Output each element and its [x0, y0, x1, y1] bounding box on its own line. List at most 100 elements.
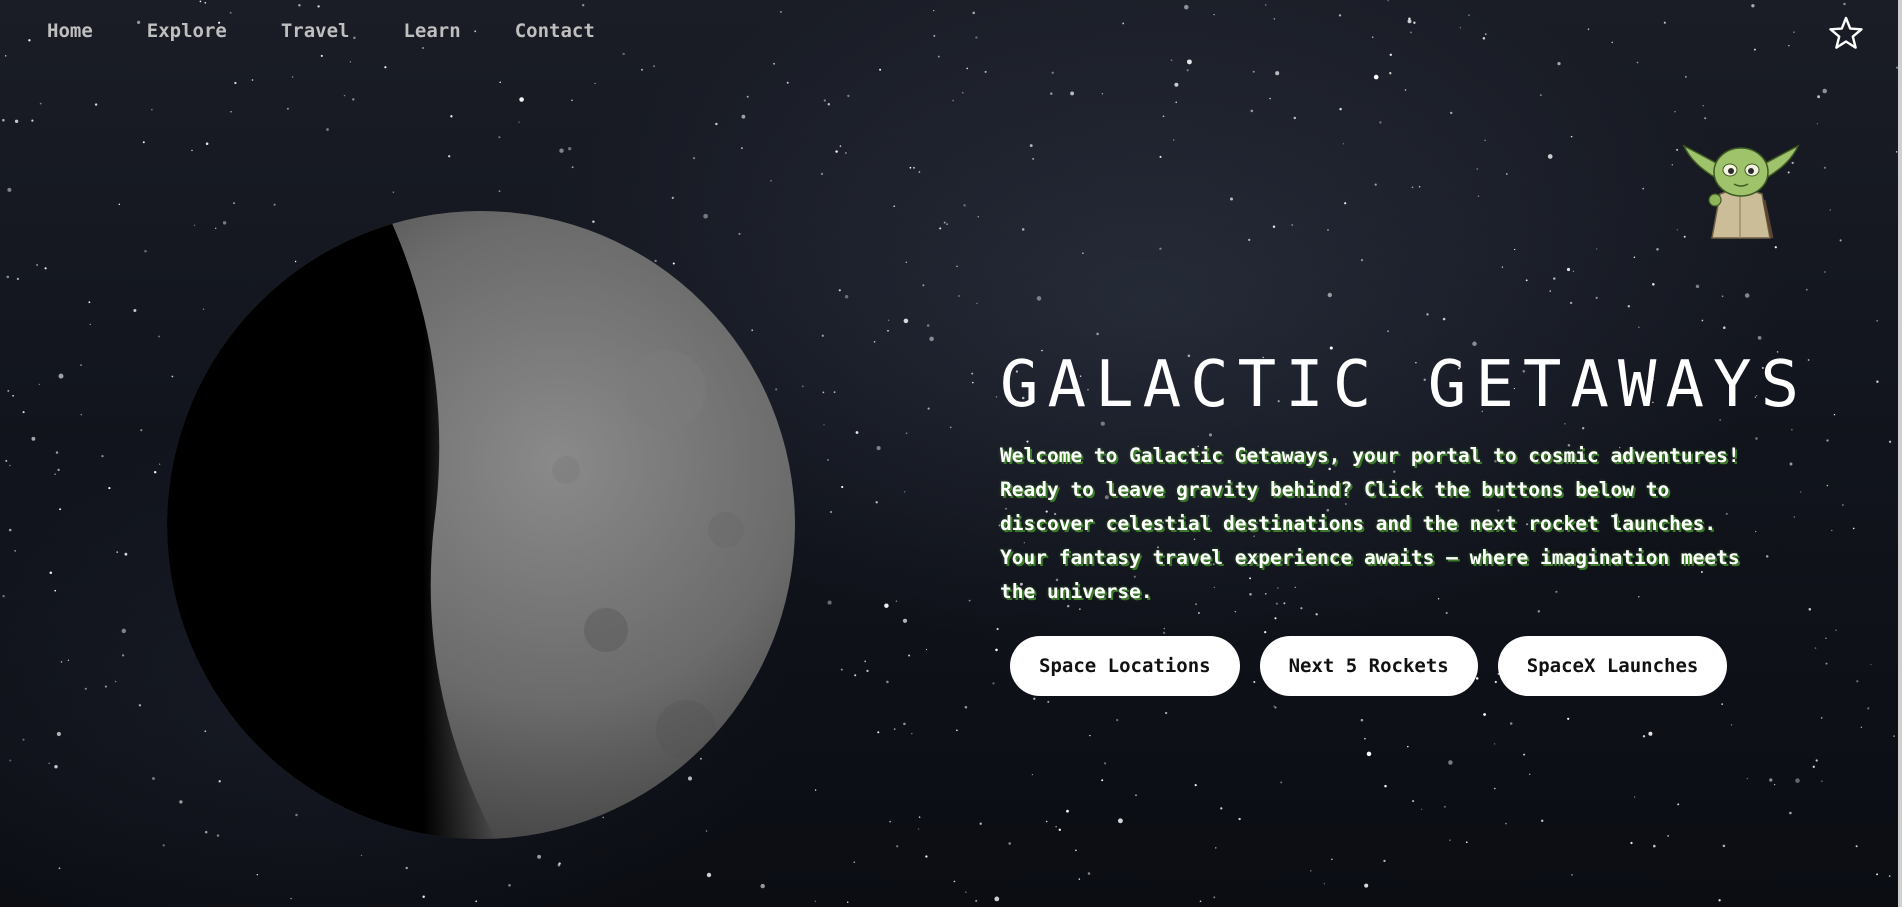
star-dot — [853, 861, 856, 864]
star-dot — [922, 284, 925, 287]
star-dot — [1773, 783, 1776, 786]
star-dot — [1186, 59, 1192, 65]
star-dot — [1445, 611, 1448, 615]
star-dot — [927, 407, 930, 410]
star-dot — [1633, 256, 1636, 258]
star-dot — [1537, 610, 1541, 613]
star-dot — [1730, 724, 1733, 726]
star-dot — [1769, 778, 1773, 782]
star-dot — [1676, 148, 1679, 151]
star-dot — [977, 216, 979, 218]
star-dot — [48, 762, 50, 764]
star-dot — [153, 470, 157, 474]
star-dot — [594, 82, 596, 85]
nav-contact-link[interactable]: Contact — [515, 20, 595, 42]
star-dot — [1413, 21, 1416, 25]
star-dot — [233, 202, 235, 204]
star-dot — [773, 62, 775, 65]
star-dot — [939, 227, 942, 230]
star-dot — [1215, 847, 1217, 849]
star-dot — [1162, 631, 1166, 635]
star-dot — [1327, 292, 1332, 298]
star-dot — [855, 431, 859, 434]
star-dot — [1199, 900, 1202, 903]
star-dot — [1175, 101, 1178, 104]
star-dot — [829, 510, 833, 514]
star-dot — [1379, 121, 1382, 124]
star-dot — [1765, 555, 1769, 558]
star-dot — [273, 203, 276, 206]
star-dot — [1360, 718, 1364, 722]
star-dot — [1702, 105, 1704, 107]
star-dot — [1315, 613, 1318, 616]
star-dot — [1652, 283, 1655, 286]
star-dot — [1021, 228, 1025, 231]
star-dot — [4, 55, 7, 57]
star-dot — [89, 323, 91, 325]
star-dot — [31, 119, 34, 122]
star-dot — [779, 10, 782, 13]
star-dot — [925, 855, 928, 858]
star-dot — [1638, 326, 1640, 328]
star-dot — [1876, 319, 1879, 322]
nav-explore-link[interactable]: Explore — [147, 20, 227, 42]
star-dot — [1371, 36, 1374, 39]
star-dot — [953, 880, 956, 883]
nav-home-link[interactable]: Home — [47, 20, 93, 42]
star-dot — [59, 508, 62, 511]
star-dot — [1293, 116, 1297, 120]
star-dot — [422, 47, 424, 49]
star-dot — [101, 454, 104, 458]
star-dot — [770, 180, 772, 182]
star-dot — [1566, 267, 1571, 272]
star-dot — [94, 103, 98, 106]
next-rockets-button[interactable]: Next 5 Rockets — [1259, 636, 1478, 696]
star-dot — [49, 571, 53, 574]
star-dot — [1164, 711, 1168, 715]
nav-travel-link[interactable]: Travel — [281, 20, 350, 42]
star-dot — [1269, 97, 1271, 100]
star-dot — [1855, 845, 1858, 848]
star-dot — [1426, 313, 1429, 316]
star-dot — [975, 899, 978, 902]
star-dot — [1751, 4, 1755, 8]
star-dot — [251, 79, 254, 81]
star-dot — [925, 648, 928, 651]
star-dot — [1540, 94, 1542, 96]
star-dot — [326, 128, 329, 131]
star-dot — [1799, 491, 1802, 493]
star-dot — [1078, 878, 1081, 880]
star-dot — [6, 275, 10, 279]
star-dot — [162, 844, 165, 847]
star-dot — [1843, 2, 1846, 6]
star-dot — [956, 729, 958, 732]
star-dot — [846, 901, 849, 903]
star-dot — [895, 600, 898, 602]
star-dot — [943, 221, 946, 224]
star-dot — [1230, 197, 1233, 201]
star-dot — [1722, 844, 1726, 848]
star-dot — [1791, 429, 1793, 431]
star-dot — [229, 11, 232, 14]
star-dot — [1096, 332, 1099, 336]
spacex-launches-button[interactable]: SpaceX Launches — [1497, 636, 1728, 696]
star-dot — [104, 685, 107, 688]
star-dot — [1570, 135, 1573, 138]
star-dot — [1465, 841, 1468, 844]
star-dot — [1100, 421, 1105, 426]
star-dot — [864, 660, 867, 663]
star-dot — [54, 589, 57, 592]
star-dot — [1170, 59, 1173, 62]
nav-learn-link[interactable]: Learn — [403, 20, 460, 42]
star-dot — [1420, 808, 1423, 810]
star-dot — [949, 426, 952, 429]
star-dot — [1310, 870, 1312, 872]
star-dot — [80, 364, 82, 366]
favorite-star-icon[interactable] — [1829, 16, 1863, 50]
star-dot — [1812, 765, 1815, 768]
star-dot — [1450, 111, 1453, 115]
space-locations-button[interactable]: Space Locations — [1010, 636, 1240, 696]
star-dot — [968, 599, 971, 602]
star-dot — [1272, 225, 1276, 229]
star-dot — [913, 166, 915, 169]
